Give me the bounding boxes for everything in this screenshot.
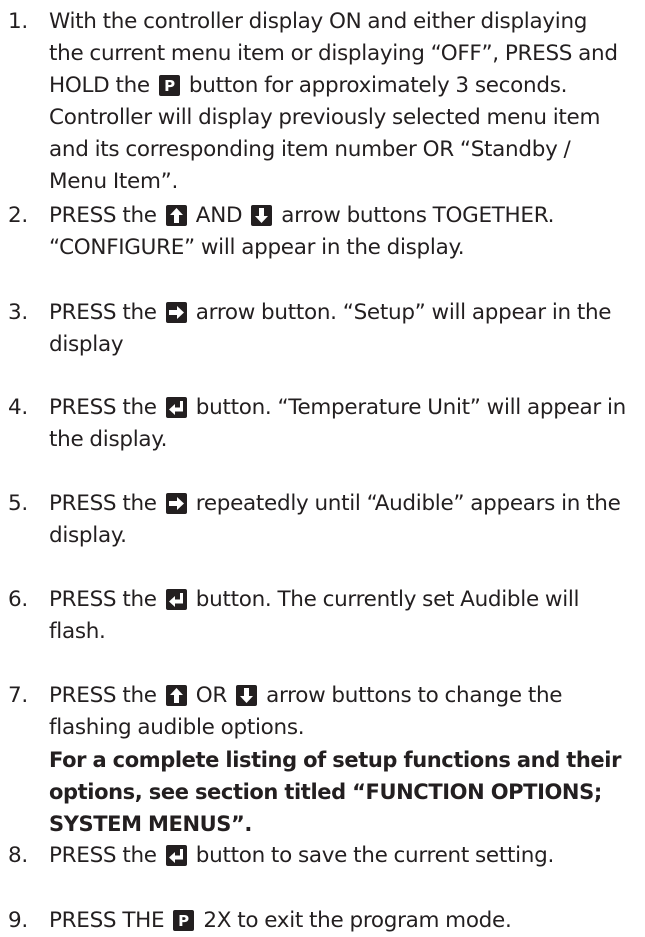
step-note-line: SYSTEM MENUS”. [49,808,252,840]
step-text: arrow button. “Setup” will appear in the [189,300,612,325]
step-text: Menu Item”. [49,169,178,194]
step-text-line: Controller will display previously selec… [49,102,600,134]
step-number: 5. [8,491,28,516]
step-text: button. “Temperature Unit” will appear i… [189,395,626,420]
step-text: arrow buttons TOGETHER. [275,203,555,228]
step-text-line: With the controller display ON and eithe… [49,6,587,38]
step-text-line: PRESS THE P 2X to exit the program mode. [49,905,512,937]
svg-text:P: P [164,77,175,95]
step-text: SYSTEM MENUS”. [49,812,253,836]
right-arrow-button-icon [165,493,187,514]
step-text: PRESS the [49,300,163,325]
step-text: display. [49,523,127,548]
step-text: PRESS the [49,395,163,420]
step-text-line: flashing audible options. [49,712,305,744]
step-text: options, see section titled “FUNCTION OP… [49,780,602,804]
step-text: PRESS the [49,587,163,612]
step-text: repeatedly until “Audible” appears in th… [189,491,621,516]
step-text-line: PRESS the repeatedly until “Audible” app… [49,488,621,520]
instruction-step: 6. PRESS the button. The currently set Au… [0,584,645,648]
step-text: For a complete listing of setup function… [49,748,622,772]
step-text: PRESS the [49,843,163,868]
step-text: PRESS THE [49,908,171,933]
step-number: 9. [8,908,28,933]
step-note-line: options, see section titled “FUNCTION OP… [49,776,602,808]
step-text: display [49,332,124,357]
step-text-line: the current menu item or displaying “OFF… [49,38,618,70]
step-text: the current menu item or displaying “OFF… [49,41,618,66]
step-text: PRESS the [49,203,163,228]
step-text-line: Menu Item”. [49,166,178,198]
instruction-step: 1. With the controller display ON and eit… [0,6,645,198]
step-note-line: For a complete listing of setup function… [49,744,621,776]
instruction-step: 7. PRESS the OR arrow buttons to change t… [0,680,645,840]
step-text: button. The currently set Audible will [189,587,580,612]
step-number: 3. [8,300,28,325]
up-arrow-button-icon [165,685,187,706]
step-text: OR [189,683,234,708]
step-text-line: display [49,329,124,361]
step-number: 6. [8,587,28,612]
step-text: With the controller display ON and eithe… [49,9,588,34]
step-text: 2X to exit the program mode. [197,908,512,933]
step-text-line: flash. [49,616,106,648]
step-number: 1. [8,9,28,34]
step-text-line: the display. [49,424,167,456]
enter-button-icon [165,397,187,418]
p-button-icon: P [158,75,180,96]
instruction-step: 3. PRESS the arrow button. “Setup” will a… [0,297,645,361]
step-text-line: PRESS the button. “Temperature Unit” wil… [49,392,626,424]
step-text: flashing audible options. [49,715,305,740]
step-text-line: and its corresponding item number OR “St… [49,134,571,166]
step-text-line: PRESS the OR arrow buttons to change the [49,680,563,712]
step-text-line: PRESS the button to save the current set… [49,840,554,872]
step-text-line: HOLD the P button for approximately 3 se… [49,70,567,102]
step-text: “CONFIGURE” will appear in the display. [49,235,465,260]
step-text: Controller will display previously selec… [49,105,601,130]
step-text-line: “CONFIGURE” will appear in the display. [49,232,465,264]
instruction-step: 8. PRESS the button to save the current s… [0,840,645,872]
enter-button-icon [165,845,187,866]
step-text-line: PRESS the arrow button. “Setup” will app… [49,297,612,329]
step-text-line: display. [49,520,127,552]
step-number: 2. [8,203,28,228]
up-arrow-button-icon [165,205,187,226]
step-text: and its corresponding item number OR “St… [49,137,571,162]
step-text: the display. [49,427,168,452]
instruction-step: 9. PRESS THE P 2X to exit the program mod… [0,905,645,937]
step-text-line: PRESS the button. The currently set Audi… [49,584,580,616]
step-text-line: PRESS the AND arrow buttons TOGETHER. [49,200,554,232]
instruction-steps-list: 1. With the controller display ON and eit… [0,0,645,933]
step-text: flash. [49,619,106,644]
step-text: PRESS the [49,683,163,708]
step-number: 7. [8,683,28,708]
svg-text:P: P [178,912,189,930]
down-arrow-button-icon [236,685,258,706]
instruction-step: 4. PRESS the button. “Temperature Unit” w… [0,392,645,456]
step-text: PRESS the [49,491,163,516]
step-text: AND [189,203,249,228]
enter-button-icon [165,589,187,610]
step-text: arrow buttons to change the [260,683,563,708]
step-text: HOLD the [49,73,156,98]
down-arrow-button-icon [251,205,273,226]
step-number: 4. [8,395,28,420]
step-text: button for approximately 3 seconds. [182,73,568,98]
step-text: button to save the current setting. [189,843,555,868]
right-arrow-button-icon [165,302,187,323]
step-number: 8. [8,843,28,868]
instruction-step: 2. PRESS the AND arrow buttons TOGETHER. “… [0,200,645,264]
instruction-step: 5. PRESS the repeatedly until “Audible” a… [0,488,645,552]
